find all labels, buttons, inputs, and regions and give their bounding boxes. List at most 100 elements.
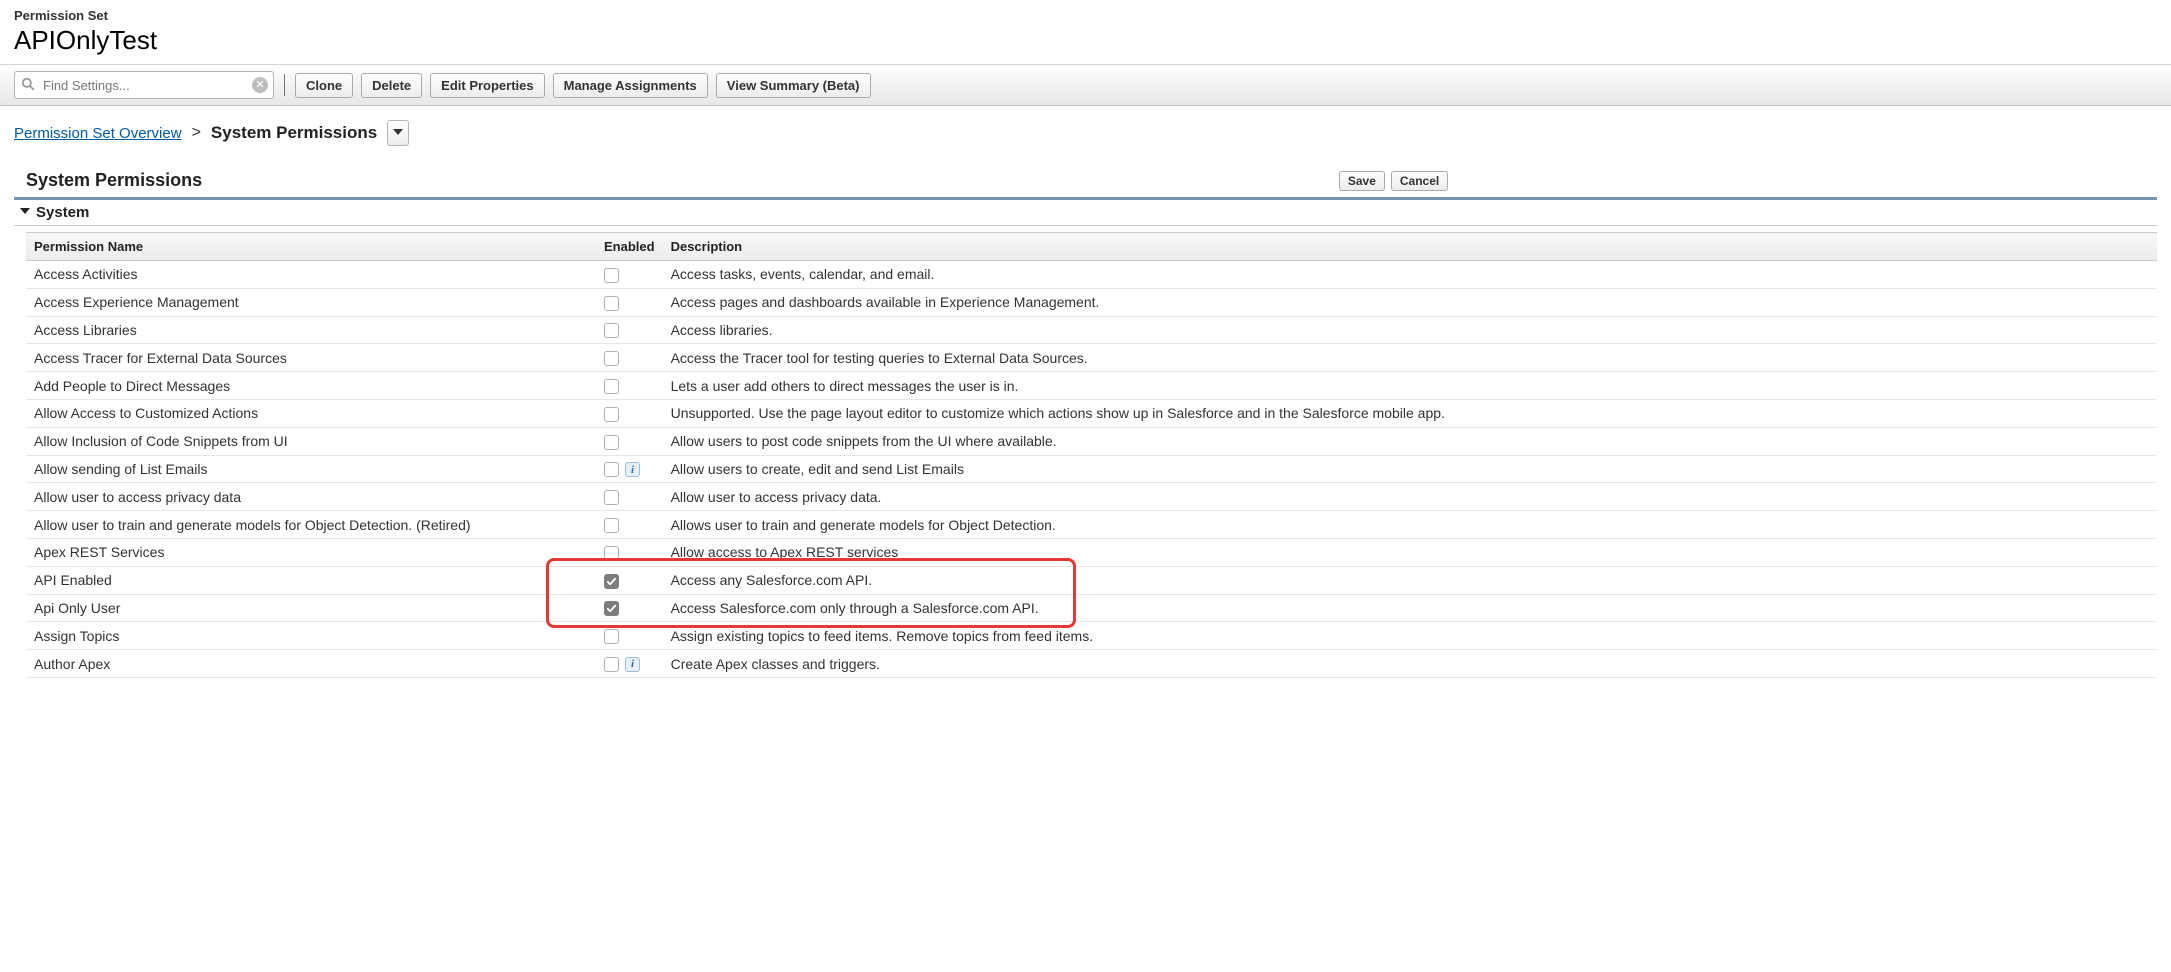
permission-name-cell: Access Experience Management xyxy=(26,288,596,316)
permission-name-cell: Access Activities xyxy=(26,261,596,289)
table-row: Allow Inclusion of Code Snippets from UI… xyxy=(26,427,2157,455)
description-cell: Access the Tracer tool for testing queri… xyxy=(663,344,2157,372)
enabled-cell xyxy=(596,372,663,400)
enabled-cell xyxy=(596,538,663,566)
enabled-checkbox[interactable] xyxy=(604,462,619,477)
enabled-cell xyxy=(596,511,663,539)
permission-name-cell: Access Tracer for External Data Sources xyxy=(26,344,596,372)
view-summary-button[interactable]: View Summary (Beta) xyxy=(716,73,871,98)
enabled-checkbox[interactable] xyxy=(604,323,619,338)
table-row: Allow user to access privacy data Allow u… xyxy=(26,483,2157,511)
description-cell: Create Apex classes and triggers. xyxy=(663,650,2157,678)
enabled-cell xyxy=(596,344,663,372)
toolbar: ✕ Clone Delete Edit Properties Manage As… xyxy=(0,64,2171,106)
permission-name-cell: Allow user to access privacy data xyxy=(26,483,596,511)
permission-name-cell: Allow user to train and generate models … xyxy=(26,511,596,539)
permission-name-cell: Assign Topics xyxy=(26,622,596,650)
manage-assignments-button[interactable]: Manage Assignments xyxy=(553,73,708,98)
col-permission-name: Permission Name xyxy=(26,233,596,261)
edit-properties-button[interactable]: Edit Properties xyxy=(430,73,544,98)
table-row: Apex REST Services Allow access to Apex R… xyxy=(26,538,2157,566)
section-group-name: System xyxy=(36,204,89,221)
enabled-checkbox[interactable] xyxy=(604,435,619,450)
description-cell: Access libraries. xyxy=(663,316,2157,344)
table-row: Access Experience Management Access pages… xyxy=(26,288,2157,316)
enabled-cell xyxy=(596,316,663,344)
table-row: Allow Access to Customized Actions Unsupp… xyxy=(26,399,2157,427)
description-cell: Assign existing topics to feed items. Re… xyxy=(663,622,2157,650)
separator xyxy=(284,74,285,96)
breadcrumb-separator: > xyxy=(192,124,201,142)
table-row: API Enabled Access any Salesforce.com API… xyxy=(26,566,2157,594)
enabled-cell xyxy=(596,594,663,622)
description-cell: Access pages and dashboards available in… xyxy=(663,288,2157,316)
permission-name-cell: Access Libraries xyxy=(26,316,596,344)
col-description: Description xyxy=(663,233,2157,261)
description-cell: Allow user to access privacy data. xyxy=(663,483,2157,511)
permission-name-cell: Apex REST Services xyxy=(26,538,596,566)
clear-search-icon[interactable]: ✕ xyxy=(252,77,268,93)
enabled-cell xyxy=(596,399,663,427)
table-row: Assign Topics Assign existing topics to f… xyxy=(26,622,2157,650)
permission-name-cell: API Enabled xyxy=(26,566,596,594)
page-title: APIOnlyTest xyxy=(14,25,2157,56)
enabled-checkbox[interactable] xyxy=(604,351,619,366)
permission-name-cell: Author Apex xyxy=(26,650,596,678)
description-cell: Lets a user add others to direct message… xyxy=(663,372,2157,400)
enabled-cell xyxy=(596,288,663,316)
enabled-checkbox[interactable] xyxy=(604,296,619,311)
enabled-checkbox[interactable] xyxy=(604,574,619,589)
breadcrumb-overview-link[interactable]: Permission Set Overview xyxy=(14,125,182,142)
breadcrumb-current: System Permissions xyxy=(211,123,377,143)
enabled-cell: i xyxy=(596,455,663,483)
enabled-cell xyxy=(596,427,663,455)
enabled-checkbox[interactable] xyxy=(604,629,619,644)
enabled-checkbox[interactable] xyxy=(604,490,619,505)
description-cell: Allow users to post code snippets from t… xyxy=(663,427,2157,455)
description-cell: Access any Salesforce.com API. xyxy=(663,566,2157,594)
search-input[interactable] xyxy=(14,71,274,99)
description-cell: Allow users to create, edit and send Lis… xyxy=(663,455,2157,483)
enabled-checkbox[interactable] xyxy=(604,268,619,283)
permission-name-cell: Allow Inclusion of Code Snippets from UI xyxy=(26,427,596,455)
clone-button[interactable]: Clone xyxy=(295,73,353,98)
enabled-checkbox[interactable] xyxy=(604,657,619,672)
permissions-table: Permission Name Enabled Description Acce… xyxy=(26,232,2157,678)
save-button[interactable]: Save xyxy=(1339,171,1385,191)
description-cell: Allows user to train and generate models… xyxy=(663,511,2157,539)
table-row: Allow sending of List Emails i Allow users… xyxy=(26,455,2157,483)
permission-name-cell: Allow sending of List Emails xyxy=(26,455,596,483)
enabled-cell xyxy=(596,566,663,594)
enabled-cell xyxy=(596,483,663,511)
info-icon[interactable]: i xyxy=(625,462,640,477)
breadcrumb-dropdown-button[interactable] xyxy=(387,120,409,146)
cancel-button[interactable]: Cancel xyxy=(1391,171,1448,191)
breadcrumb: Permission Set Overview > System Permiss… xyxy=(0,106,2171,156)
chevron-down-icon xyxy=(393,124,403,142)
description-cell: Unsupported. Use the page layout editor … xyxy=(663,399,2157,427)
page-subtitle: Permission Set xyxy=(14,8,2157,23)
table-row: Access Libraries Access libraries. xyxy=(26,316,2157,344)
permission-name-cell: Add People to Direct Messages xyxy=(26,372,596,400)
enabled-checkbox[interactable] xyxy=(604,601,619,616)
enabled-cell xyxy=(596,261,663,289)
col-enabled: Enabled xyxy=(596,233,663,261)
section-collapse-toggle[interactable] xyxy=(20,206,30,219)
table-row: Author Apex i Create Apex classes and trig… xyxy=(26,650,2157,678)
info-icon[interactable]: i xyxy=(625,657,640,672)
permission-name-cell: Api Only User xyxy=(26,594,596,622)
description-cell: Allow access to Apex REST services xyxy=(663,538,2157,566)
enabled-cell xyxy=(596,622,663,650)
table-row: Api Only User Access Salesforce.com only … xyxy=(26,594,2157,622)
enabled-checkbox[interactable] xyxy=(604,407,619,422)
description-cell: Access tasks, events, calendar, and emai… xyxy=(663,261,2157,289)
delete-button[interactable]: Delete xyxy=(361,73,422,98)
permission-name-cell: Allow Access to Customized Actions xyxy=(26,399,596,427)
description-cell: Access Salesforce.com only through a Sal… xyxy=(663,594,2157,622)
enabled-checkbox[interactable] xyxy=(604,546,619,561)
table-row: Allow user to train and generate models … xyxy=(26,511,2157,539)
section-heading: System Permissions xyxy=(26,170,202,191)
enabled-checkbox[interactable] xyxy=(604,518,619,533)
enabled-checkbox[interactable] xyxy=(604,379,619,394)
enabled-cell: i xyxy=(596,650,663,678)
